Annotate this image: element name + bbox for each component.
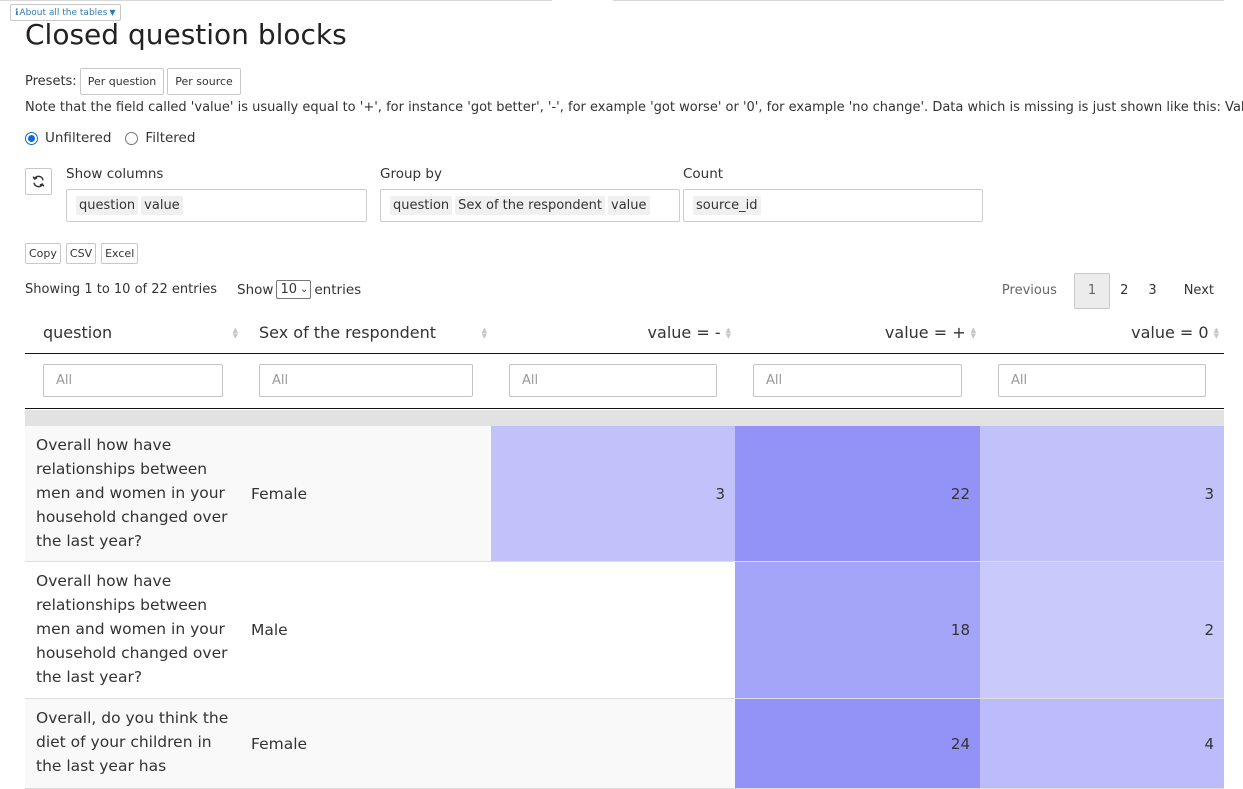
preset-per-question-button[interactable]: Per question	[79, 68, 165, 95]
chip-source-id[interactable]: source_id	[693, 196, 761, 215]
cell-value-plus: 24	[735, 699, 980, 788]
cell-value-plus: 18	[735, 562, 980, 698]
cell-value-plus: 22	[735, 426, 980, 561]
column-header-value-minus[interactable]: value = - ▲ ▼	[505, 312, 731, 353]
filter-value-zero-input[interactable]	[998, 364, 1206, 397]
table-info: Showing 1 to 10 of 22 entries	[25, 282, 217, 297]
column-header-value-zero-label: value = 0	[1131, 323, 1209, 342]
page-1-button[interactable]: 1	[1073, 273, 1111, 309]
cell-value-zero: 3	[980, 426, 1224, 561]
value-note: Note that the field called 'value' is us…	[25, 100, 1243, 115]
column-header-sex-label: Sex of the respondent	[259, 323, 437, 342]
export-buttons: Copy CSV Excel	[25, 243, 139, 264]
caret-down-icon: ▼	[109, 8, 116, 17]
unfiltered-label: Unfiltered	[45, 130, 112, 146]
top-divider-left	[0, 0, 552, 1]
table-row: Overall, do you think the diet of your c…	[25, 699, 1224, 789]
cell-value-minus: 3	[491, 426, 735, 561]
chip-sex-of-respondent[interactable]: Sex of the respondent	[455, 196, 606, 215]
page-length-control: Show 10 ⌄ entries	[237, 280, 361, 299]
chip-value[interactable]: value	[608, 196, 650, 215]
column-header-value-plus-label: value = +	[884, 323, 966, 342]
cell-value-minus	[491, 699, 735, 788]
sort-icon: ▲ ▼	[725, 325, 731, 340]
chip-question[interactable]: question	[390, 196, 453, 215]
info-icon: ℹ	[15, 8, 19, 18]
presets-label: Presets:	[25, 74, 77, 89]
refresh-icon	[32, 175, 45, 188]
column-header-value-minus-label: value = -	[647, 323, 721, 342]
cell-sex: Female	[251, 734, 308, 753]
sort-icon: ▲ ▼	[1213, 325, 1219, 340]
table-header: question ▲ ▼ Sex of the respondent ▲ ▼ val…	[25, 312, 1224, 354]
sort-icon: ▲ ▼	[970, 325, 976, 340]
table-group-band	[25, 410, 1224, 426]
show-columns-select[interactable]: question value	[66, 189, 367, 222]
cell-question: Overall, do you think the diet of your c…	[36, 709, 229, 775]
count-label: Count	[683, 166, 724, 182]
unfiltered-radio[interactable]	[25, 131, 38, 145]
presets-bar: Presets: Per question Per source	[25, 68, 244, 95]
filter-mode-radios: Unfiltered Filtered	[25, 130, 209, 146]
page-2-button[interactable]: 2	[1110, 273, 1138, 309]
group-by-control: Group by question Sex of the respondent …	[380, 166, 680, 222]
show-columns-label: Show columns	[66, 166, 164, 182]
page-3-button[interactable]: 3	[1138, 273, 1166, 309]
column-header-value-plus[interactable]: value = + ▲ ▼	[745, 312, 976, 353]
cell-value-minus	[491, 562, 735, 698]
column-header-question-label: question	[43, 323, 113, 342]
filter-question-input[interactable]	[43, 364, 223, 397]
copy-button[interactable]: Copy	[25, 243, 61, 264]
excel-button[interactable]: Excel	[101, 243, 139, 264]
group-by-label: Group by	[380, 166, 442, 182]
column-header-sex[interactable]: Sex of the respondent ▲ ▼	[259, 312, 487, 353]
table-row: Overall how have relationships between m…	[25, 562, 1224, 699]
chip-value[interactable]: value	[141, 196, 183, 215]
about-tables-label: About all the tables	[19, 8, 108, 18]
column-header-value-zero[interactable]: value = 0 ▲ ▼	[995, 312, 1219, 353]
column-filters	[25, 354, 1224, 409]
show-label: Show	[237, 281, 274, 298]
table-row: Overall how have relationships between m…	[25, 426, 1224, 562]
column-header-question[interactable]: question ▲ ▼	[43, 312, 238, 353]
entries-label: entries	[314, 281, 362, 298]
filter-value-plus-input[interactable]	[753, 364, 962, 397]
preset-per-source-button[interactable]: Per source	[167, 68, 241, 95]
sort-icon: ▲ ▼	[481, 325, 487, 340]
cell-sex: Male	[251, 621, 288, 639]
refresh-button[interactable]	[25, 168, 52, 195]
chip-question[interactable]: question	[76, 196, 139, 215]
next-page-button[interactable]: Next	[1167, 273, 1224, 309]
count-select[interactable]: source_id	[683, 189, 983, 222]
cell-question: Overall how have relationships between m…	[36, 436, 228, 550]
show-columns-control: Show columns question value	[66, 166, 367, 222]
sort-icon: ▲ ▼	[232, 325, 238, 340]
chevron-down-icon: ⌄	[299, 284, 309, 295]
filtered-radio[interactable]	[125, 131, 139, 145]
page-length-select[interactable]: 10 ⌄	[276, 280, 312, 299]
filter-value-minus-input[interactable]	[509, 364, 717, 397]
cell-sex: Female	[251, 484, 308, 503]
pagination: Previous 1 2 3 Next	[992, 273, 1224, 309]
unfiltered-option[interactable]: Unfiltered	[25, 130, 111, 146]
page-title: Closed question blocks	[25, 18, 347, 51]
filter-sex-input[interactable]	[259, 364, 473, 397]
top-divider-right	[613, 0, 1224, 1]
filtered-label: Filtered	[145, 130, 196, 146]
previous-page-button[interactable]: Previous	[992, 273, 1074, 309]
page-length-value: 10	[280, 282, 297, 297]
group-by-select[interactable]: question Sex of the respondent value	[380, 189, 680, 222]
cell-value-zero: 2	[980, 562, 1224, 698]
filtered-option[interactable]: Filtered	[125, 130, 195, 146]
csv-button[interactable]: CSV	[65, 243, 97, 264]
cell-value-zero: 4	[980, 699, 1224, 788]
count-control: Count source_id	[683, 166, 983, 222]
cell-question: Overall how have relationships between m…	[36, 572, 228, 686]
